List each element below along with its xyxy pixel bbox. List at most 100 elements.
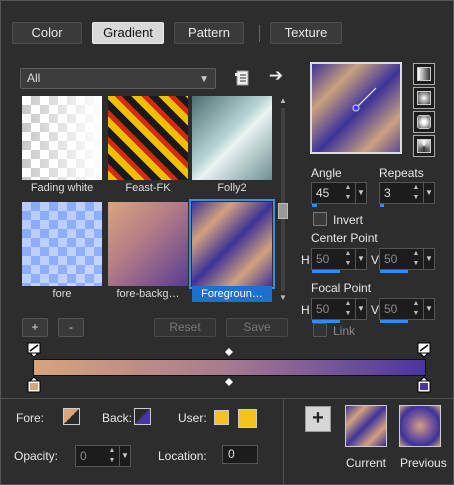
- color-stop-left-icon: [27, 376, 41, 393]
- gradient-item-label: fore-backg…: [116, 288, 180, 300]
- link-label: Link: [333, 324, 356, 338]
- user-color-swatch[interactable]: [238, 409, 257, 428]
- opacity-stop-right-icon: [417, 342, 431, 358]
- tab-separator: [259, 25, 260, 42]
- category-value: All: [27, 71, 41, 85]
- fore-color-swatch[interactable]: [63, 408, 80, 425]
- scrollbar-thumb[interactable]: [278, 203, 288, 219]
- tab-color[interactable]: Color: [12, 22, 82, 44]
- chevron-down-icon[interactable]: ▼: [119, 446, 130, 466]
- linear-style-button[interactable]: [413, 63, 435, 85]
- gradient-bar[interactable]: [33, 359, 426, 376]
- back-label: Back:: [102, 411, 133, 425]
- spin-arrows-icon[interactable]: ▲ ▼: [410, 299, 422, 319]
- gradient-swatch: [108, 96, 188, 180]
- location-field[interactable]: 0: [222, 445, 258, 464]
- angle-spinner[interactable]: 45 ▲ ▼ ▼: [311, 182, 367, 207]
- repeats-spinner[interactable]: 3 ▲ ▼ ▼: [379, 182, 435, 207]
- previous-label: Previous: [400, 456, 447, 470]
- chevron-down-icon[interactable]: ▼: [355, 299, 366, 319]
- save-button[interactable]: Save: [226, 318, 288, 337]
- add-to-swatches-button[interactable]: +: [305, 406, 331, 432]
- gradient-item-folly2[interactable]: Folly2: [192, 96, 272, 194]
- invert-label: Invert: [333, 213, 364, 227]
- spin-arrows-icon[interactable]: ▲ ▼: [410, 249, 422, 269]
- sunburst-style-button[interactable]: [413, 111, 435, 133]
- tab-pattern[interactable]: Pattern: [174, 22, 244, 44]
- tab-texture[interactable]: Texture: [270, 22, 342, 44]
- color-midpoint-icon: [225, 378, 233, 386]
- category-dropdown[interactable]: All ▼: [20, 68, 216, 89]
- gradient-list-scrollbar[interactable]: ▲ ▼: [277, 96, 289, 303]
- center-v-spinner[interactable]: 50 ▲ ▼ ▼: [379, 248, 435, 273]
- gradient-swatch: [22, 96, 102, 180]
- spin-arrows-icon[interactable]: ▲ ▼: [342, 183, 354, 203]
- center-h-value: 50: [316, 252, 330, 266]
- radial-style-button[interactable]: [413, 135, 435, 157]
- angle-handle-icon[interactable]: [312, 64, 400, 152]
- gradient-item-fore[interactable]: fore: [22, 202, 102, 300]
- chevron-down-icon[interactable]: ▼: [423, 249, 434, 269]
- divider: [1, 398, 453, 399]
- chevron-down-icon[interactable]: ▼: [278, 293, 288, 303]
- spin-arrows-icon[interactable]: ▲ ▼: [410, 183, 422, 203]
- remove-gradient-button[interactable]: -: [58, 318, 84, 337]
- spin-arrows-icon[interactable]: ▲ ▼: [106, 446, 118, 466]
- current-gradient-preview[interactable]: [345, 405, 387, 447]
- add-gradient-button[interactable]: +: [22, 318, 48, 337]
- reset-button[interactable]: Reset: [154, 318, 216, 337]
- angle-slider-bar: [312, 204, 317, 207]
- center-h-label: H: [301, 253, 310, 267]
- gradient-preview[interactable]: [310, 62, 402, 154]
- gradient-item-label: Foregroun…: [192, 286, 272, 302]
- color-stop-right-icon: [417, 376, 431, 393]
- invert-checkbox[interactable]: [313, 212, 327, 226]
- divider: [283, 399, 284, 484]
- center-h-spinner[interactable]: 50 ▲ ▼ ▼: [311, 248, 367, 273]
- gradient-editor-icon[interactable]: [232, 68, 252, 88]
- chevron-up-icon[interactable]: ▲: [278, 96, 288, 106]
- sunburst-gradient-icon: [417, 115, 431, 129]
- opacity-label: Opacity:: [14, 449, 59, 463]
- user-color-swatch[interactable]: [214, 410, 229, 425]
- tab-gradient[interactable]: Gradient: [92, 22, 164, 44]
- opacity-spinner[interactable]: 0 ▲ ▼ ▼: [75, 445, 131, 467]
- gradient-item-foreground[interactable]: Foregroun…: [189, 199, 275, 302]
- repeats-label: Repeats: [379, 166, 424, 180]
- gradient-item-fading-white[interactable]: Fading white: [22, 96, 102, 194]
- gradient-list: Fading white Feast-FK Folly2 fore fore-b…: [22, 96, 275, 303]
- gradient-item-label: Fading white: [30, 182, 94, 194]
- gradient-item-label: fore: [52, 288, 72, 300]
- link-checkbox[interactable]: [313, 323, 327, 337]
- user-label: User:: [178, 411, 207, 425]
- radial-gradient-icon: [417, 139, 431, 153]
- gradient-swatch: [189, 199, 275, 289]
- rectangular-style-button[interactable]: [413, 87, 435, 109]
- chevron-down-icon[interactable]: ▼: [423, 299, 434, 319]
- center-point-label: Center Point: [311, 231, 378, 245]
- fore-label: Fore:: [16, 411, 45, 425]
- gradient-swatch: [22, 202, 102, 286]
- spin-arrows-icon[interactable]: ▲ ▼: [342, 299, 354, 319]
- arrow-right-icon[interactable]: ➔: [266, 66, 286, 86]
- focal-v-value: 50: [384, 302, 398, 316]
- gradient-item-feast-fk[interactable]: Feast-FK: [108, 96, 188, 194]
- focal-v-slider-bar: [380, 320, 408, 323]
- focal-v-label: V: [371, 303, 380, 317]
- center-v-value: 50: [384, 252, 398, 266]
- linear-gradient-icon: [417, 67, 431, 81]
- focal-v-spinner[interactable]: 50 ▲ ▼ ▼: [379, 298, 435, 323]
- chevron-down-icon[interactable]: ▼: [423, 183, 434, 203]
- current-label: Current: [346, 456, 387, 470]
- chevron-down-icon[interactable]: ▼: [355, 249, 366, 269]
- scrollbar-track: [281, 108, 285, 291]
- opacity-value: 0: [80, 449, 87, 463]
- back-color-swatch[interactable]: [134, 408, 151, 425]
- focal-point-label: Focal Point: [311, 281, 372, 295]
- focal-h-spinner[interactable]: 50 ▲ ▼ ▼: [311, 298, 367, 323]
- spin-arrows-icon[interactable]: ▲ ▼: [342, 249, 354, 269]
- gradient-item-fore-background[interactable]: fore-backg…: [108, 202, 188, 300]
- gradient-swatch: [108, 202, 188, 286]
- previous-gradient-preview[interactable]: [399, 405, 441, 447]
- chevron-down-icon[interactable]: ▼: [355, 183, 366, 203]
